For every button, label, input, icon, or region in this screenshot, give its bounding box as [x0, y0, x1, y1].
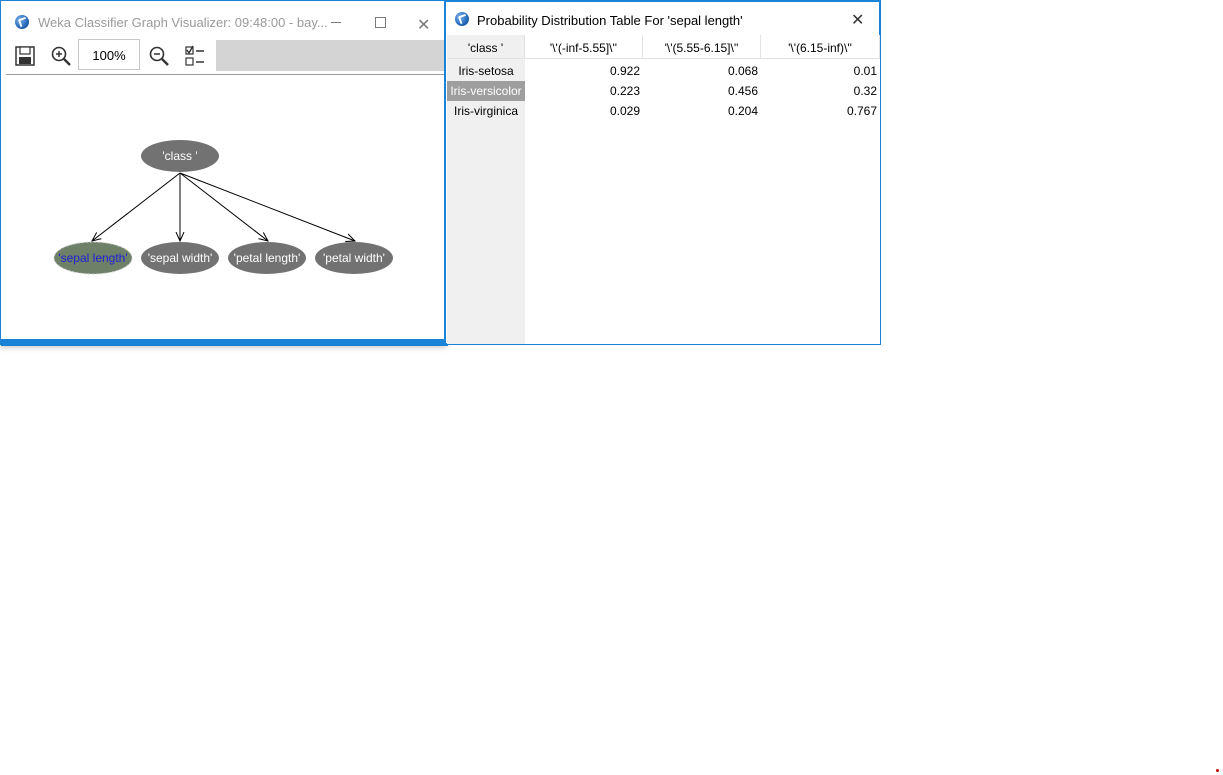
node-class-label: 'class ': [162, 149, 197, 163]
viz-title-bar[interactable]: Weka Classifier Graph Visualizer: 09:48:…: [1, 1, 446, 39]
edge-class-petal-length: [179, 172, 268, 241]
layout-options-button[interactable]: [184, 45, 206, 67]
table-cell[interactable]: 0.32: [761, 81, 880, 101]
table-cell[interactable]: 0.223: [525, 81, 643, 101]
node-sepal-width[interactable]: 'sepal width': [141, 242, 219, 274]
graph-canvas[interactable]: 'class ' 'sepal length' 'sepal width' 'p…: [6, 74, 444, 339]
zoom-percent-field[interactable]: 100%: [78, 39, 140, 70]
table-cell[interactable]: 0.922: [525, 61, 643, 81]
maximize-button[interactable]: [367, 11, 393, 33]
viz-toolbar: 100%: [6, 39, 446, 73]
table-cell[interactable]: 0.767: [761, 101, 880, 121]
notification-dot: [1216, 769, 1219, 772]
row-header[interactable]: Iris-virginica: [447, 101, 525, 121]
node-petal-length[interactable]: 'petal length': [228, 242, 306, 274]
weka-app-icon: [455, 12, 469, 26]
graph-visualizer-window: Weka Classifier Graph Visualizer: 09:48:…: [0, 0, 448, 346]
bayes-net-graph: 'class ' 'sepal length' 'sepal width' 'p…: [53, 140, 393, 275]
zoom-out-icon: [149, 46, 169, 66]
graph-edges: [92, 172, 355, 241]
toolbar-spacer: [216, 40, 445, 71]
table-cell[interactable]: 0.01: [761, 61, 880, 81]
viz-window-title: Weka Classifier Graph Visualizer: 09:48:…: [38, 15, 328, 30]
node-class[interactable]: 'class ': [141, 140, 219, 172]
node-sepal-length[interactable]: 'sepal length': [53, 241, 133, 275]
table-window-title: Probability Distribution Table For 'sepa…: [477, 13, 743, 28]
minimize-button[interactable]: [323, 11, 349, 33]
edge-class-petal-width: [179, 172, 355, 241]
save-icon: [15, 46, 35, 66]
probability-table-window: Probability Distribution Table For 'sepa…: [444, 0, 881, 345]
layout-options-icon: [185, 45, 204, 66]
row-header[interactable]: Iris-setosa: [447, 61, 525, 81]
node-petal-width[interactable]: 'petal width': [315, 242, 393, 274]
node-petal-length-label: 'petal length': [234, 251, 301, 265]
close-icon: ✕: [417, 15, 431, 34]
table-close-button[interactable]: ✕: [846, 8, 870, 32]
column-header[interactable]: '\'(6.15-inf)\'': [761, 35, 880, 59]
table-cell[interactable]: 0.068: [643, 61, 761, 81]
table-title-bar[interactable]: Probability Distribution Table For 'sepa…: [446, 2, 879, 36]
close-button[interactable]: ✕: [411, 11, 437, 34]
node-sepal-length-label: 'sepal length': [58, 251, 127, 265]
probability-table: 'class ' '\'(-inf-5.55]\'' '\'(5.55-6.15…: [447, 35, 880, 344]
node-petal-width-label: 'petal width': [323, 251, 385, 265]
zoom-in-button[interactable]: [50, 45, 72, 67]
node-sepal-width-label: 'sepal width': [148, 251, 213, 265]
minimize-icon: [331, 22, 341, 23]
column-header[interactable]: '\'(-inf-5.55]\'': [525, 35, 643, 59]
row-header-selected[interactable]: Iris-versicolor: [447, 81, 525, 101]
zoom-out-button[interactable]: [148, 45, 170, 67]
corner-header[interactable]: 'class ': [447, 35, 525, 59]
maximize-icon: [375, 17, 386, 28]
window-border: [1, 339, 448, 346]
table-cell[interactable]: 0.204: [643, 101, 761, 121]
zoom-in-icon: [51, 46, 71, 66]
edge-class-sepal-length: [92, 172, 181, 241]
table-cell[interactable]: 0.029: [525, 101, 643, 121]
save-button[interactable]: [14, 45, 36, 67]
close-icon: ✕: [851, 10, 865, 29]
table-cell[interactable]: 0.456: [643, 81, 761, 101]
weka-app-icon: [15, 15, 29, 29]
column-header[interactable]: '\'(5.55-6.15]\'': [643, 35, 761, 59]
